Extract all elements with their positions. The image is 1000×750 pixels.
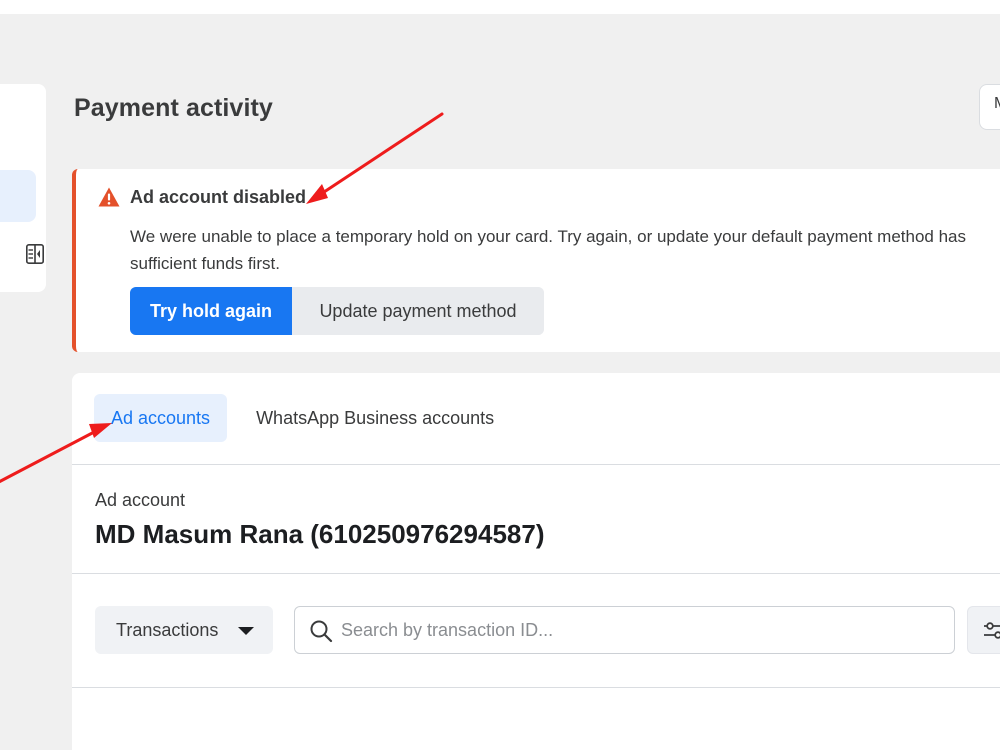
divider (72, 464, 1000, 465)
left-sidebar (0, 84, 46, 292)
alert-banner: Ad account disabled We were unable to pl… (72, 169, 1000, 352)
alert-title: Ad account disabled (130, 187, 307, 207)
tab-ad-accounts[interactable]: Ad accounts (94, 394, 228, 442)
account-tabs: Ad accounts WhatsApp Business accounts (94, 394, 511, 442)
transactions-dropdown-label: Transactions (116, 619, 219, 640)
caret-down-icon (238, 627, 254, 635)
try-hold-again-button[interactable]: Try hold again (130, 287, 292, 335)
divider (72, 687, 1000, 688)
alert-actions: Try hold again Update payment method (130, 287, 544, 335)
tab-whatsapp-business-accounts[interactable]: WhatsApp Business accounts (239, 394, 511, 442)
top-right-button-label: M (994, 95, 1000, 112)
divider (72, 573, 1000, 574)
ad-account-name: MD Masum Rana (610250976294587) (95, 519, 545, 549)
ad-account-label: Ad account (95, 490, 186, 510)
search-input[interactable] (341, 608, 941, 652)
warning-triangle-icon (98, 187, 120, 207)
filter-button[interactable] (967, 606, 1000, 654)
transaction-search (294, 606, 955, 654)
sidebar-toggle-icon[interactable] (26, 244, 44, 264)
update-payment-method-button[interactable]: Update payment method (292, 287, 544, 335)
sidebar-item-active[interactable] (0, 170, 36, 222)
accounts-panel: Ad accounts WhatsApp Business accounts A… (72, 373, 1000, 750)
search-icon (310, 620, 333, 643)
transactions-dropdown[interactable]: Transactions (95, 606, 273, 654)
top-right-button[interactable]: M (979, 84, 1000, 130)
top-bar (0, 0, 1000, 14)
page-title: Payment activity (74, 94, 273, 122)
alert-message: We were unable to place a temporary hold… (130, 227, 967, 273)
filter-sliders-icon (984, 622, 1000, 639)
